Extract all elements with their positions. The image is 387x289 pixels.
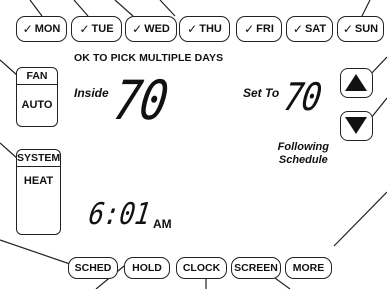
inside-temperature: 70 — [109, 69, 171, 132]
day-label: MON — [34, 23, 61, 35]
day-button-wed[interactable]: ✓ WED — [125, 16, 177, 42]
hold-button[interactable]: HOLD — [124, 257, 170, 279]
fan-mode-button[interactable]: FAN AUTO — [16, 67, 58, 127]
thermostat-screen: ✓ MON ✓ TUE ✓ WED ✓ THU ✓ FRI ✓ SAT ✓ SU… — [0, 0, 387, 289]
up-arrow-icon — [345, 74, 367, 91]
check-icon: ✓ — [292, 22, 303, 36]
system-value: HEAT — [23, 175, 54, 187]
day-label: FRI — [256, 23, 274, 35]
schedule-status-line1: Following — [277, 141, 329, 153]
check-icon: ✓ — [244, 22, 255, 36]
day-button-tue[interactable]: ✓ TUE — [71, 16, 122, 42]
day-label: SUN — [354, 23, 379, 35]
day-label: TUE — [91, 23, 114, 35]
day-label: SAT — [304, 23, 327, 35]
system-title: SYSTEM — [17, 150, 60, 167]
screen-button[interactable]: SCREEN — [231, 257, 281, 279]
day-button-sat[interactable]: ✓ SAT — [286, 16, 333, 42]
check-icon: ✓ — [132, 22, 143, 36]
day-button-sun[interactable]: ✓ SUN — [337, 16, 384, 42]
schedule-status: Following Schedule — [278, 141, 329, 167]
check-icon: ✓ — [187, 22, 198, 36]
clock-time: 6:01 — [86, 197, 153, 232]
day-button-thu[interactable]: ✓ THU — [179, 16, 230, 42]
schedule-status-line2: Schedule — [278, 154, 328, 166]
temp-up-button[interactable] — [340, 68, 373, 98]
setpoint-temperature: 70 — [281, 75, 323, 119]
day-button-mon[interactable]: ✓ MON — [16, 16, 67, 42]
setpoint-label: Set To — [243, 86, 280, 100]
temp-down-button[interactable] — [340, 111, 373, 141]
check-icon: ✓ — [79, 22, 90, 36]
system-mode-button[interactable]: SYSTEM HEAT — [16, 149, 61, 235]
clock-ampm: AM — [153, 217, 172, 231]
fan-title: FAN — [17, 68, 57, 85]
sched-button[interactable]: SCHED — [68, 257, 118, 279]
inside-label: Inside — [74, 86, 109, 100]
more-button[interactable]: MORE — [285, 257, 332, 279]
clock-button[interactable]: CLOCK — [176, 257, 227, 279]
day-label: WED — [144, 23, 170, 35]
day-label: THU — [199, 23, 222, 35]
fan-value: AUTO — [21, 99, 53, 111]
day-button-fri[interactable]: ✓ FRI — [236, 16, 282, 42]
check-icon: ✓ — [22, 22, 33, 36]
down-arrow-icon — [345, 117, 367, 134]
multi-day-hint: OK TO PICK MULTIPLE DAYS — [74, 52, 224, 64]
check-icon: ✓ — [342, 22, 353, 36]
